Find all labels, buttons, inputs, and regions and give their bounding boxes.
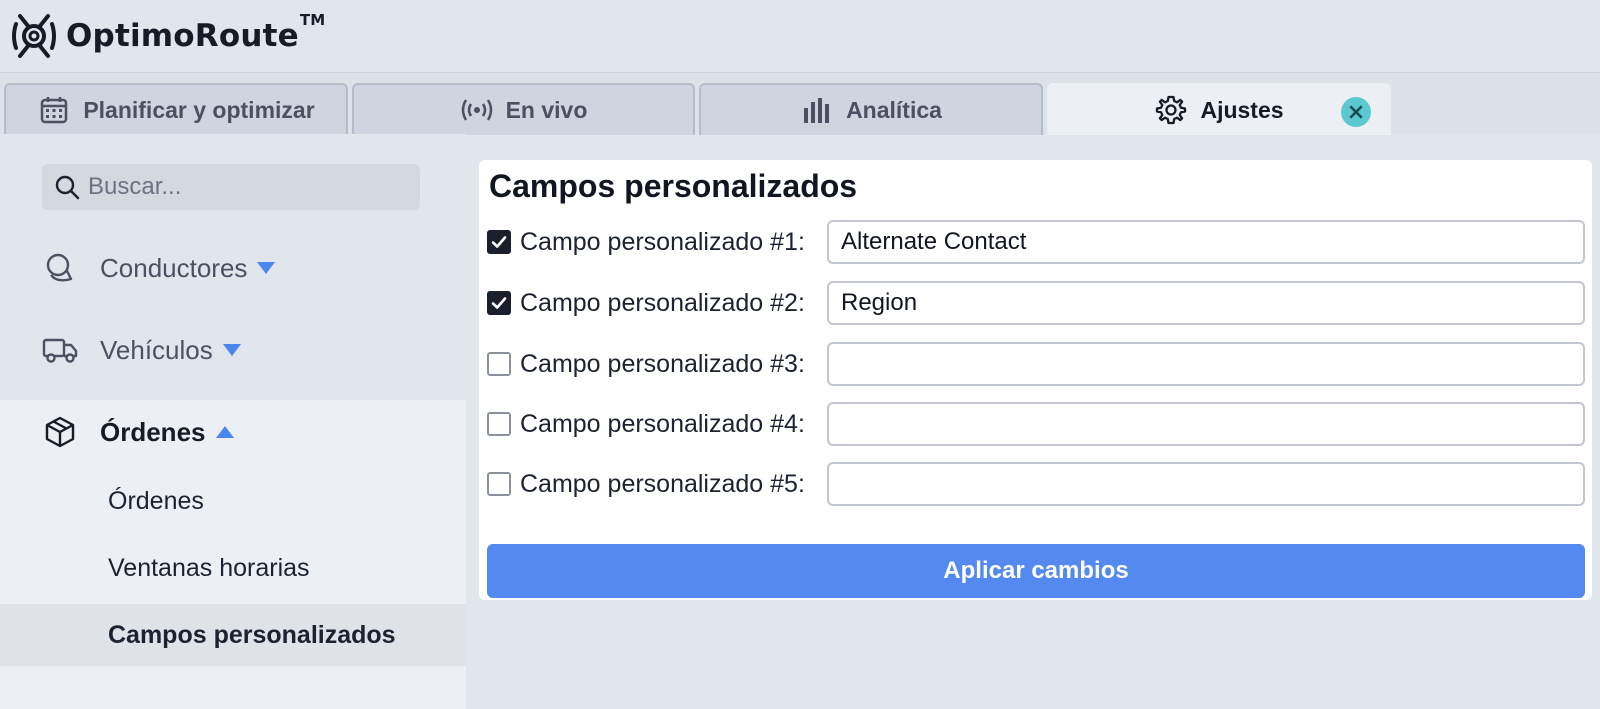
custom-field-3-input[interactable] — [827, 342, 1585, 386]
calendar-icon — [37, 93, 71, 127]
custom-field-4-input[interactable] — [827, 402, 1585, 446]
search-icon — [55, 175, 80, 200]
sidebar-subitem-label: Campos personalizados — [108, 620, 396, 649]
close-icon — [1349, 105, 1363, 119]
driver-icon — [42, 250, 78, 286]
custom-field-row: Campo personalizado #3: — [487, 340, 1587, 388]
chevron-up-icon — [215, 426, 234, 438]
tab-analitica[interactable]: Analítica — [699, 83, 1043, 135]
page-title: Campos personalizados — [489, 168, 858, 204]
sidebar-item-label: Órdenes — [100, 416, 206, 447]
tab-label: En vivo — [505, 96, 588, 123]
custom-fields-panel: Campos personalizados Campo personalizad… — [479, 160, 1592, 600]
sidebar: Conductores Vehículos Órdenes Órdenes Ve… — [0, 134, 466, 709]
custom-field-4-checkbox[interactable] — [487, 412, 511, 436]
custom-field-5-label: Campo personalizado #5: — [520, 469, 805, 498]
custom-field-1-label: Campo personalizado #1: — [520, 227, 805, 256]
optimoroute-logo-icon — [10, 10, 58, 62]
sidebar-item-label: Conductores — [100, 252, 248, 283]
custom-field-1-input[interactable] — [827, 220, 1585, 264]
tab-label: Planificar y optimizar — [83, 96, 315, 123]
chevron-down-icon — [257, 262, 276, 274]
trademark: TM — [299, 10, 326, 29]
sidebar-subitem-label: Ventanas horarias — [108, 553, 310, 582]
truck-icon — [42, 332, 78, 368]
custom-field-2-checkbox[interactable] — [487, 291, 511, 315]
main-tabs: Planificar y optimizar En vivo Analítica… — [0, 72, 1600, 135]
app-name: OptimoRouteTM — [66, 10, 326, 54]
checkmark-icon — [491, 236, 507, 248]
custom-field-5-checkbox[interactable] — [487, 472, 511, 496]
broadcast-icon — [460, 93, 494, 127]
custom-field-row: Campo personalizado #5: — [487, 460, 1587, 508]
app-header: OptimoRouteTM — [0, 0, 1600, 72]
sidebar-subitem-label: Órdenes — [108, 486, 204, 515]
logo[interactable]: OptimoRouteTM — [10, 10, 325, 62]
custom-field-5-input[interactable] — [827, 462, 1585, 506]
custom-field-row: Campo personalizado #4: — [487, 400, 1587, 448]
package-icon — [42, 414, 78, 450]
close-tab-button[interactable] — [1341, 97, 1371, 127]
search-input[interactable] — [88, 173, 388, 201]
chevron-down-icon — [222, 344, 241, 356]
tab-label: Ajustes — [1200, 96, 1284, 123]
custom-field-2-input[interactable] — [827, 281, 1585, 325]
gear-icon — [1154, 93, 1188, 127]
tab-ajustes[interactable]: Ajustes — [1047, 83, 1391, 135]
tab-label: Analítica — [846, 96, 942, 123]
sidebar-item-vehiculos[interactable]: Vehículos — [42, 332, 241, 368]
sidebar-item-label: Vehículos — [100, 334, 213, 365]
search-box[interactable] — [42, 164, 420, 210]
sidebar-subitem-ventanas-horarias[interactable]: Ventanas horarias — [0, 537, 466, 599]
tab-en-vivo[interactable]: En vivo — [352, 83, 695, 135]
custom-field-row: Campo personalizado #2: — [487, 279, 1587, 327]
sidebar-item-ordenes[interactable]: Órdenes — [42, 414, 234, 450]
custom-field-2-label: Campo personalizado #2: — [520, 288, 805, 317]
bar-chart-icon — [800, 93, 834, 127]
sidebar-subitem-ordenes[interactable]: Órdenes — [0, 470, 466, 532]
custom-field-3-label: Campo personalizado #3: — [520, 349, 805, 378]
checkmark-icon — [491, 297, 507, 309]
sidebar-subitem-campos-personalizados[interactable]: Campos personalizados — [0, 604, 466, 666]
custom-field-4-label: Campo personalizado #4: — [520, 409, 805, 438]
apply-changes-button[interactable]: Aplicar cambios — [487, 544, 1585, 598]
custom-field-1-checkbox[interactable] — [487, 230, 511, 254]
sidebar-item-conductores[interactable]: Conductores — [42, 250, 276, 286]
custom-field-3-checkbox[interactable] — [487, 352, 511, 376]
tab-planificar[interactable]: Planificar y optimizar — [4, 83, 348, 135]
custom-field-row: Campo personalizado #1: — [487, 218, 1587, 266]
